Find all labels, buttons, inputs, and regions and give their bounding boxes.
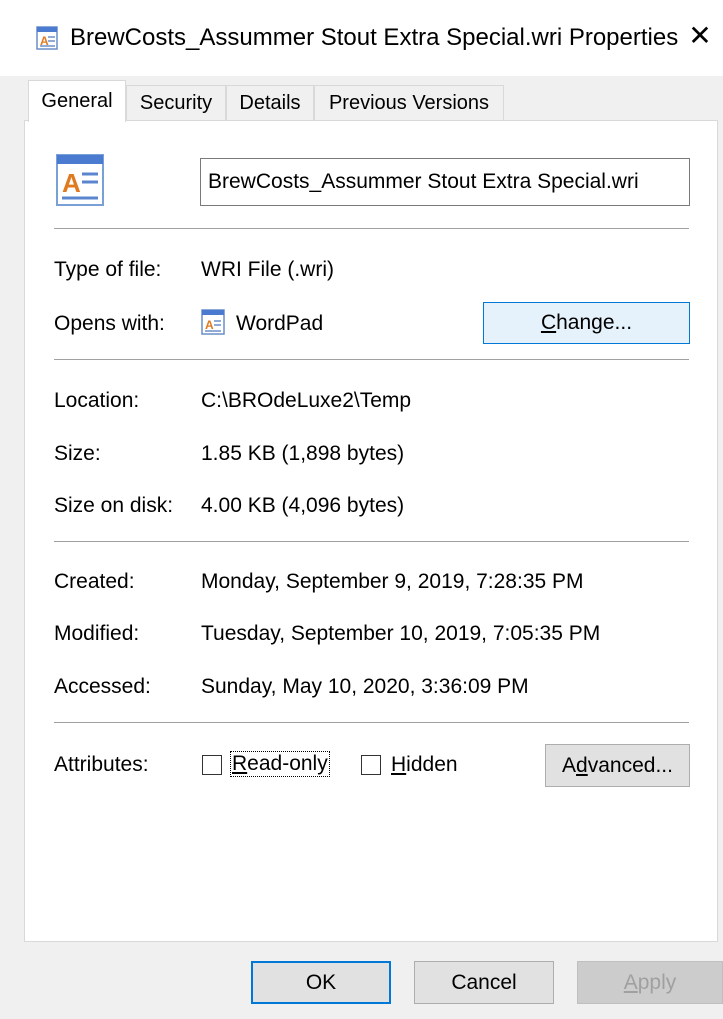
readonly-checkbox[interactable] [202, 755, 222, 775]
type-of-file-value: WRI File (.wri) [201, 258, 334, 281]
type-of-file-label: Type of file: [54, 258, 162, 281]
accessed-value: Sunday, May 10, 2020, 3:36:09 PM [201, 675, 529, 698]
modified-label: Modified: [54, 622, 140, 645]
separator [54, 359, 689, 360]
advanced-accelerator: d [576, 754, 588, 777]
general-tab-panel [24, 120, 718, 942]
created-label: Created: [54, 570, 135, 593]
window-title: BrewCosts_Assummer Stout Extra Special.w… [70, 24, 679, 51]
size-label: Size: [54, 442, 101, 465]
tab-previous-versions[interactable]: Previous Versions [314, 85, 504, 120]
separator [54, 228, 689, 229]
file-name-input[interactable]: BrewCosts_Assummer Stout Extra Special.w… [200, 158, 690, 206]
separator [54, 722, 689, 723]
location-value: C:\BROdeLuxe2\Temp [201, 389, 412, 412]
close-icon[interactable]: ✕ [680, 16, 720, 56]
separator [54, 541, 689, 542]
size-on-disk-label: Size on disk: [54, 494, 174, 517]
advanced-label-pre: A [562, 754, 577, 777]
svg-text:A: A [62, 168, 81, 198]
hidden-checkbox-label[interactable]: Hidden [391, 753, 458, 777]
wordpad-app-icon: A [201, 309, 225, 335]
change-button-accelerator: C [540, 311, 557, 334]
hidden-label-rest: idden [406, 753, 458, 776]
ok-button[interactable]: OK [251, 961, 391, 1004]
apply-label-rest: pply [637, 971, 677, 994]
readonly-accelerator: R [232, 752, 248, 775]
wordpad-document-icon: A [36, 26, 58, 50]
svg-text:A: A [205, 318, 214, 332]
accessed-label: Accessed: [54, 675, 151, 698]
created-value: Monday, September 9, 2019, 7:28:35 PM [201, 570, 584, 593]
wordpad-document-icon: A [54, 152, 108, 208]
location-label: Location: [54, 389, 140, 412]
tab-general[interactable]: General [28, 80, 126, 122]
hidden-checkbox[interactable] [361, 755, 381, 775]
tab-security[interactable]: Security [126, 85, 226, 120]
hidden-accelerator: H [391, 753, 407, 776]
readonly-checkbox-label[interactable]: Read-only [230, 751, 330, 777]
cancel-button[interactable]: Cancel [414, 961, 554, 1004]
apply-button[interactable]: Apply [577, 961, 723, 1004]
opens-with-label: Opens with: [54, 312, 165, 335]
size-on-disk-value: 4.00 KB (4,096 bytes) [201, 494, 405, 517]
readonly-label-rest: ead-only [247, 752, 328, 775]
advanced-label-post: vanced... [587, 754, 673, 777]
change-button[interactable]: Change... [483, 302, 690, 344]
size-value: 1.85 KB (1,898 bytes) [201, 442, 405, 465]
advanced-button[interactable]: Advanced... [545, 744, 690, 787]
tab-details[interactable]: Details [226, 85, 314, 120]
apply-accelerator: A [623, 971, 638, 994]
change-button-label-post: hange... [556, 311, 633, 334]
modified-value: Tuesday, September 10, 2019, 7:05:35 PM [201, 622, 601, 645]
opens-with-value: WordPad [236, 312, 324, 335]
attributes-label: Attributes: [54, 753, 149, 776]
